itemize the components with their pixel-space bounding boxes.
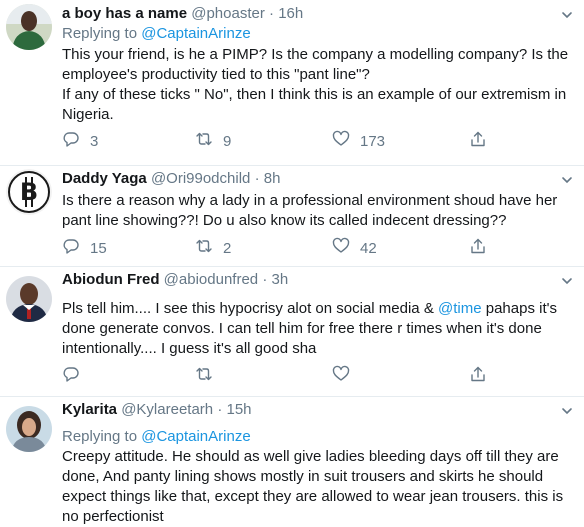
display-name[interactable]: Abiodun Fred	[62, 271, 160, 288]
separator-dot: ·	[262, 271, 268, 288]
retweet-count: 2	[223, 239, 232, 257]
caret-down-icon[interactable]	[560, 274, 574, 288]
display-name[interactable]: Daddy Yaga	[62, 170, 147, 187]
reply-button[interactable]	[62, 365, 90, 387]
avatar[interactable]	[6, 4, 52, 50]
tweet[interactable]: Kylarita @Kylareetarh · 15h Replying to …	[0, 396, 584, 526]
tweet-text: Creepy attitude. He should as well give …	[62, 447, 574, 527]
like-icon	[332, 237, 360, 259]
timestamp[interactable]: 16h	[278, 5, 303, 22]
retweet-icon	[195, 130, 223, 152]
reply-context: Replying to @CaptainArinze	[62, 25, 251, 42]
display-name[interactable]: Kylarita	[62, 401, 117, 418]
like-count: 173	[360, 132, 386, 150]
tweet-text-line: If any of these ticks " No", then I thin…	[62, 86, 567, 103]
user-handle[interactable]: @phoaster	[191, 5, 265, 22]
reply-mention-link[interactable]: @CaptainArinze	[141, 428, 250, 445]
reply-context: Replying to @CaptainArinze	[62, 428, 251, 445]
timestamp[interactable]: 15h	[226, 401, 251, 418]
like-button[interactable]: 42	[332, 237, 377, 259]
tweet[interactable]: Abiodun Fred @abiodunfred · 3h Pls tell …	[0, 266, 584, 397]
tweet-header: a boy has a name @phoaster · 16h	[62, 5, 303, 22]
like-button[interactable]	[332, 365, 360, 387]
tweet-text-line: Pls tell him.... I see this hypocrisy al…	[62, 299, 574, 319]
tweet-header: Abiodun Fred @abiodunfred · 3h	[62, 271, 288, 288]
tweet-text-line: pant line showing??! Do u also know its …	[62, 212, 507, 229]
share-icon	[469, 130, 487, 152]
user-handle[interactable]: @Ori99odchild	[151, 170, 250, 187]
retweet-count: 9	[223, 132, 232, 150]
share-button[interactable]	[469, 130, 487, 152]
tweet-text-line: no perfectionist	[62, 508, 164, 525]
like-icon	[332, 365, 360, 387]
bitcoin-icon: B	[6, 169, 52, 215]
tweet-text-line: Creepy attitude. He should as well give …	[62, 448, 559, 465]
like-button[interactable]: 173	[332, 130, 385, 152]
share-icon	[469, 365, 487, 387]
tweet-text-segment: Pls tell him.... I see this hypocrisy al…	[62, 300, 438, 317]
reply-button[interactable]: 15	[62, 237, 107, 259]
tweet-text-segment: pahaps it's	[481, 300, 557, 317]
user-handle[interactable]: @Kylareetarh	[121, 401, 213, 418]
tweet-text-line: done, And panty lining shows mostly in s…	[62, 468, 544, 485]
reply-button[interactable]: 3	[62, 130, 98, 152]
reply-mention-link[interactable]: @CaptainArinze	[141, 25, 250, 42]
tweet-text: Is there a reason why a lady in a profes…	[62, 191, 574, 231]
separator-dot: ·	[269, 5, 275, 22]
reply-count: 15	[90, 239, 107, 257]
user-handle[interactable]: @abiodunfred	[164, 271, 258, 288]
caret-down-icon[interactable]	[560, 173, 574, 187]
tweet[interactable]: a boy has a name @phoaster · 16h Replyin…	[0, 0, 584, 166]
avatar[interactable]	[6, 276, 52, 322]
tweet[interactable]: B Daddy Yaga @Ori99odchild · 8h Is there…	[0, 165, 584, 267]
tweet-actions: 15 2 42	[62, 237, 562, 259]
share-icon	[469, 237, 487, 259]
tweet-text-line: intentionally.... I guess it's all good …	[62, 340, 317, 357]
avatar[interactable]: B	[6, 169, 52, 215]
tweet-text: This your friend, is he a PIMP? Is the c…	[62, 45, 574, 125]
tweet-text-line: employee's productivity tied to this "pa…	[62, 66, 370, 83]
reply-count: 3	[90, 132, 99, 150]
share-button[interactable]	[469, 237, 487, 259]
reply-prefix: Replying to	[62, 25, 138, 42]
tweet-text-line: Nigeria.	[62, 106, 114, 123]
tweet-header: Daddy Yaga @Ori99odchild · 8h	[62, 170, 280, 187]
tweet-text-line: done generate convos. I can tell him for…	[62, 320, 542, 337]
timestamp[interactable]: 8h	[264, 170, 281, 187]
tweet-actions: 3 9 173	[62, 130, 562, 152]
retweet-icon	[195, 365, 223, 387]
separator-dot: ·	[254, 170, 260, 187]
reply-prefix: Replying to	[62, 428, 138, 445]
retweet-button[interactable]: 9	[195, 130, 231, 152]
tweet-text-line: expect things like that, except they are…	[62, 488, 564, 505]
reply-icon	[62, 365, 90, 387]
timestamp[interactable]: 3h	[271, 271, 288, 288]
display-name[interactable]: a boy has a name	[62, 5, 187, 22]
retweet-icon	[195, 237, 223, 259]
tweet-text-line: This your friend, is he a PIMP? Is the c…	[62, 46, 569, 63]
tweet-header: Kylarita @Kylareetarh · 15h	[62, 401, 252, 418]
svg-text:B: B	[20, 178, 38, 206]
tweet-actions	[62, 365, 562, 387]
like-count: 42	[360, 239, 377, 257]
share-button[interactable]	[469, 365, 487, 387]
tweet-text-line: Is there a reason why a lady in a profes…	[62, 192, 558, 209]
mention-link[interactable]: @time	[438, 300, 482, 317]
caret-down-icon[interactable]	[560, 404, 574, 418]
tweet-text: Pls tell him.... I see this hypocrisy al…	[62, 299, 574, 359]
reply-icon	[62, 130, 90, 152]
avatar[interactable]	[6, 406, 52, 452]
retweet-button[interactable]	[195, 365, 223, 387]
retweet-button[interactable]: 2	[195, 237, 231, 259]
like-icon	[332, 130, 360, 152]
separator-dot: ·	[217, 401, 223, 418]
caret-down-icon[interactable]	[560, 8, 574, 22]
reply-icon	[62, 237, 90, 259]
